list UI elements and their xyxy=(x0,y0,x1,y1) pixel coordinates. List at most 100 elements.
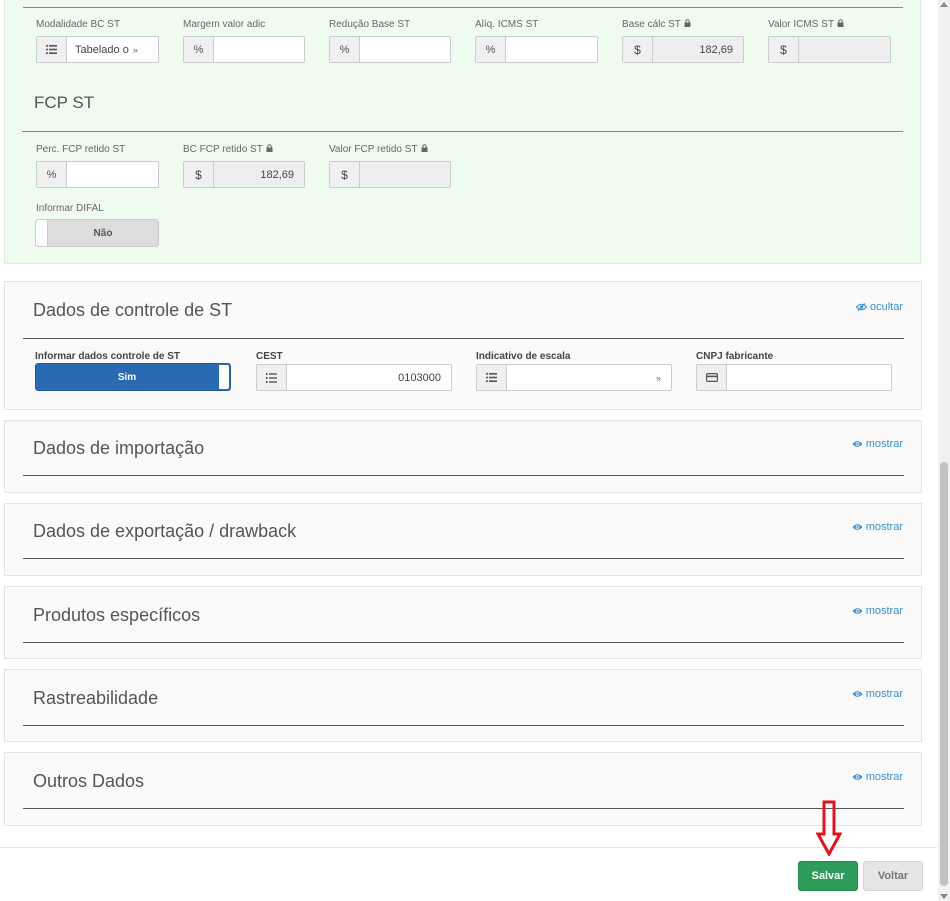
lock-icon xyxy=(266,144,273,152)
cest-value: 0103000 xyxy=(398,371,441,384)
footer-divider xyxy=(0,847,937,848)
scroll-up-arrow-icon[interactable] xyxy=(940,2,948,7)
reducao-base-st-input[interactable]: % xyxy=(329,36,451,63)
margem-valor-adic-label: Margem valor adic xyxy=(183,19,266,30)
list-icon xyxy=(477,365,507,390)
informar-controle-st-toggle[interactable]: Sim xyxy=(35,363,231,391)
eye-icon xyxy=(852,441,863,447)
mostrar-label: mostrar xyxy=(865,771,903,783)
lock-icon xyxy=(837,19,844,27)
indicativo-escala-label: Indicativo de escala xyxy=(476,351,571,362)
valor-fcp-retido-st-input: $ xyxy=(329,161,451,188)
ocultar-label: ocultar xyxy=(869,301,903,313)
aliq-icms-st-value xyxy=(506,37,597,62)
list-icon xyxy=(37,37,67,62)
scroll-down-arrow-icon[interactable] xyxy=(940,894,948,899)
base-calc-st-value: 182,69 xyxy=(653,37,743,62)
exportacao-card: Dados de exportação / drawback mostrar xyxy=(4,503,922,576)
mostrar-link[interactable]: mostrar xyxy=(852,688,903,700)
eye-icon xyxy=(852,774,863,780)
valor-icms-st-value xyxy=(799,37,890,62)
mostrar-link[interactable]: mostrar xyxy=(852,438,903,450)
save-button[interactable]: Salvar xyxy=(798,861,858,891)
outros-dados-card: Outros Dados mostrar xyxy=(4,752,922,826)
produtos-especificos-title: Produtos específicos xyxy=(33,605,201,625)
indicativo-escala-select[interactable]: » xyxy=(476,364,672,391)
cnpj-fabricante-label: CNPJ fabricante xyxy=(696,351,774,362)
section-divider xyxy=(22,131,903,132)
outros-dados-title: Outros Dados xyxy=(33,771,145,791)
section-divider xyxy=(23,558,904,559)
informar-difal-value: Não xyxy=(93,227,113,239)
informar-controle-st-label: Informar dados controle de ST xyxy=(35,351,181,362)
informar-controle-st-value: Sim xyxy=(117,371,137,383)
eye-icon xyxy=(852,608,863,614)
perc-fcp-retido-st-value xyxy=(67,162,158,187)
margem-valor-adic-input[interactable]: % xyxy=(183,36,305,63)
scroll-thumb[interactable] xyxy=(940,462,948,886)
dollar-addon: $ xyxy=(184,162,214,187)
mostrar-link[interactable]: mostrar xyxy=(852,521,903,533)
valor-icms-st-label: Valor ICMS ST xyxy=(768,19,844,30)
section-divider xyxy=(23,808,904,809)
aliq-icms-st-input[interactable]: % xyxy=(475,36,598,63)
bc-fcp-retido-st-value: 182,69 xyxy=(214,162,304,187)
base-calc-st-input: $ 182,69 xyxy=(622,36,744,63)
eye-icon xyxy=(852,524,863,530)
percent-addon: % xyxy=(37,162,67,187)
dollar-addon: $ xyxy=(623,37,653,62)
produtos-especificos-card: Produtos específicos mostrar xyxy=(4,586,922,659)
cest-label: CEST xyxy=(256,351,283,362)
dollar-addon: $ xyxy=(769,37,799,62)
percent-addon: % xyxy=(330,37,360,62)
fcp-st-title: FCP ST xyxy=(34,93,95,112)
red-arrow-annotation xyxy=(816,800,842,856)
modalidade-bc-st-label: Modalidade BC ST xyxy=(36,19,120,30)
cnpj-fabricante-input[interactable] xyxy=(696,364,892,391)
cnpj-fabricante-value xyxy=(727,365,891,390)
section-divider xyxy=(23,725,904,726)
mostrar-label: mostrar xyxy=(865,605,903,617)
valor-fcp-retido-st-label: Valor FCP retido ST xyxy=(329,144,428,155)
ordered-list-icon xyxy=(257,365,287,390)
cest-input[interactable]: 0103000 xyxy=(256,364,452,391)
toggle-knob xyxy=(36,220,48,246)
section-divider xyxy=(23,338,904,339)
modalidade-bc-st-select[interactable]: Tabelado o » xyxy=(36,36,159,63)
section-divider xyxy=(23,642,904,643)
perc-fcp-retido-st-input[interactable]: % xyxy=(36,161,159,188)
toggle-knob xyxy=(219,365,229,389)
chevron-down-icon: » xyxy=(132,44,138,55)
ocultar-link[interactable]: ocultar xyxy=(855,301,903,313)
aliq-icms-st-label: Alíq. ICMS ST xyxy=(475,19,539,30)
section-divider xyxy=(23,7,903,8)
informar-difal-toggle[interactable]: Não xyxy=(35,219,159,247)
percent-addon: % xyxy=(184,37,214,62)
importacao-card: Dados de importação mostrar xyxy=(4,420,922,493)
exportacao-title: Dados de exportação / drawback xyxy=(33,521,297,541)
perc-fcp-retido-st-label: Perc. FCP retido ST xyxy=(36,144,126,155)
percent-addon: % xyxy=(476,37,506,62)
importacao-title: Dados de importação xyxy=(33,438,205,458)
card-icon xyxy=(697,365,727,390)
back-button[interactable]: Voltar xyxy=(863,861,923,891)
mostrar-link[interactable]: mostrar xyxy=(852,605,903,617)
rastreabilidade-card: Rastreabilidade mostrar xyxy=(4,669,922,742)
dollar-addon: $ xyxy=(330,162,360,187)
mostrar-label: mostrar xyxy=(865,438,903,450)
valor-icms-st-input: $ xyxy=(768,36,891,63)
margem-valor-adic-value xyxy=(214,37,304,62)
rastreabilidade-title: Rastreabilidade xyxy=(33,688,159,708)
chevron-down-icon: » xyxy=(655,372,661,383)
vertical-scrollbar[interactable] xyxy=(938,0,950,901)
modalidade-bc-st-value: Tabelado o xyxy=(75,43,129,56)
mostrar-label: mostrar xyxy=(865,521,903,533)
bc-fcp-retido-st-input: $ 182,69 xyxy=(183,161,305,188)
mostrar-link[interactable]: mostrar xyxy=(852,771,903,783)
reducao-base-st-value xyxy=(360,37,450,62)
reducao-base-st-label: Redução Base ST xyxy=(329,19,411,30)
informar-difal-label: Informar DIFAL xyxy=(36,203,104,214)
mostrar-label: mostrar xyxy=(865,688,903,700)
eye-slash-icon xyxy=(855,303,867,311)
base-calc-st-label: Base cálc ST xyxy=(622,19,691,30)
